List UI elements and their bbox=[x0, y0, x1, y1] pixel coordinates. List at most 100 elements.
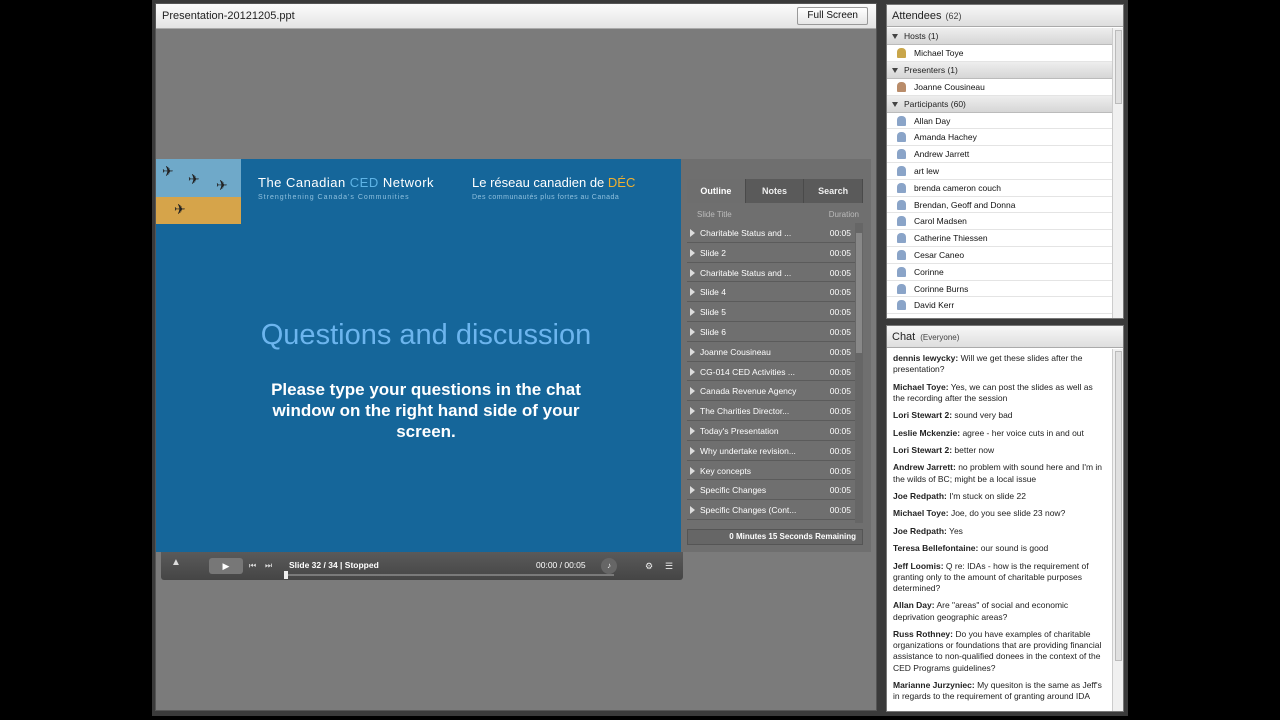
chat-message: Marianne Jurzyniec: My quesiton is the s… bbox=[893, 680, 1103, 702]
outline-row[interactable]: Charitable Status and ... 00:05 bbox=[687, 263, 855, 283]
chevron-right-icon[interactable] bbox=[690, 268, 695, 277]
outline-row-title: Slide 5 bbox=[700, 307, 726, 318]
chevron-right-icon[interactable] bbox=[690, 367, 695, 376]
group-presenters[interactable]: Presenters (1) bbox=[887, 61, 1113, 79]
chat-sender: Teresa Bellefontaine: bbox=[893, 543, 979, 554]
chat-sender: Joe Redpath: bbox=[893, 525, 947, 536]
attendee-item[interactable]: Catherine Thiessen bbox=[887, 230, 1113, 247]
play-button[interactable]: ▶ bbox=[209, 558, 243, 574]
tab-notes[interactable]: Notes bbox=[745, 179, 805, 203]
attendee-item[interactable]: Brendan, Geoff and Donna bbox=[887, 197, 1113, 214]
chat-text: our sound is good bbox=[978, 543, 1049, 554]
chevron-right-icon[interactable] bbox=[690, 308, 695, 317]
attendee-name: Andrew Jarrett bbox=[914, 149, 970, 160]
chevron-right-icon[interactable] bbox=[690, 347, 695, 356]
chat-title: Chat (Everyone) bbox=[892, 331, 960, 343]
outline-row-title: CG-014 CED Activities ... bbox=[700, 366, 795, 377]
attendee-item[interactable]: Andrew Jarrett bbox=[887, 146, 1113, 163]
next-slide-button[interactable]: ⏭ bbox=[265, 558, 279, 574]
outline-row-duration: 00:05 bbox=[829, 485, 851, 496]
attendee-item[interactable]: Joanne Cousineau bbox=[887, 79, 1113, 96]
chat-sender: dennis lewycky: bbox=[893, 353, 959, 363]
outline-row-duration: 00:05 bbox=[829, 386, 851, 397]
outline-row[interactable]: Slide 6 00:05 bbox=[687, 322, 855, 342]
group-hosts[interactable]: Hosts (1) bbox=[887, 28, 1113, 45]
chevron-right-icon[interactable] bbox=[690, 248, 695, 257]
outline-row-duration: 00:05 bbox=[829, 346, 851, 357]
chevron-right-icon[interactable] bbox=[690, 407, 695, 416]
sidebar-toggle-icon[interactable]: ☰ bbox=[661, 558, 677, 574]
tab-search[interactable]: Search bbox=[804, 179, 864, 203]
attendee-item[interactable]: David Kerr bbox=[887, 297, 1113, 315]
outline-row[interactable]: CG-014 CED Activities ... 00:05 bbox=[687, 362, 855, 382]
chat-sender: Allan Day: bbox=[893, 600, 935, 611]
outline-row[interactable]: Charitable Status and ... 00:05 bbox=[687, 223, 855, 243]
chevron-right-icon[interactable] bbox=[690, 506, 695, 515]
attendee-item[interactable]: Corinne Burns bbox=[887, 281, 1113, 298]
full-screen-button[interactable]: Full Screen bbox=[797, 7, 868, 25]
chevron-right-icon[interactable] bbox=[690, 288, 695, 297]
outline-row[interactable]: Canada Revenue Agency 00:05 bbox=[687, 381, 855, 402]
tagline-en: Strengthening Canada's Communities bbox=[258, 194, 410, 201]
attendees-scrollbar[interactable] bbox=[1112, 28, 1123, 318]
seek-handle[interactable] bbox=[284, 571, 288, 579]
attachment-icon[interactable]: ⚙ bbox=[641, 558, 657, 574]
attendee-name: Corinne bbox=[914, 266, 944, 277]
tab-outline[interactable]: Outline bbox=[687, 179, 746, 203]
outline-row-duration: 00:05 bbox=[829, 326, 851, 337]
chevron-right-icon[interactable] bbox=[690, 446, 695, 455]
outline-row-duration: 00:05 bbox=[829, 366, 851, 377]
attendee-item[interactable]: Allan Day bbox=[887, 113, 1113, 130]
chevron-right-icon[interactable] bbox=[690, 486, 695, 495]
time-remaining: 0 Minutes 15 Seconds Remaining bbox=[687, 529, 863, 545]
slide-canvas: ✈ ✈ ✈ ✈ The Canadian CED Network Le rése… bbox=[156, 159, 681, 552]
chevron-right-icon[interactable] bbox=[690, 327, 695, 336]
presentation-titlebar: Presentation-20121205.ppt Full Screen bbox=[156, 4, 876, 29]
attendee-item[interactable]: Carol Madsen bbox=[887, 213, 1113, 231]
outline-row[interactable]: Specific Changes (Cont... 00:05 bbox=[687, 500, 855, 520]
chat-text: better now bbox=[952, 444, 995, 455]
chevron-right-icon[interactable] bbox=[690, 426, 695, 435]
chat-scope: (Everyone) bbox=[920, 333, 960, 342]
group-participants[interactable]: Participants (60) bbox=[887, 95, 1113, 113]
chat-message: Jeff Loomis: Q re: IDAs - how is the req… bbox=[893, 561, 1103, 595]
participant-user-icon bbox=[897, 132, 906, 143]
outline-row-duration: 00:05 bbox=[829, 445, 851, 456]
participant-user-icon bbox=[897, 182, 906, 193]
attendee-item[interactable]: Cesar Caneo bbox=[887, 247, 1113, 264]
attendee-item[interactable]: Corinne bbox=[887, 264, 1113, 281]
slide-header: ✈ ✈ ✈ ✈ The Canadian CED Network Le rése… bbox=[156, 159, 681, 224]
attendee-item[interactable]: brenda cameron couch bbox=[887, 180, 1113, 197]
goose-icon: ✈ bbox=[162, 163, 174, 179]
outline-row[interactable]: Slide 5 00:05 bbox=[687, 302, 855, 322]
chat-text: I'm stuck on slide 22 bbox=[946, 490, 1026, 501]
previous-slide-button[interactable]: ⏮ bbox=[249, 558, 263, 574]
outline-row[interactable]: Key concepts 00:05 bbox=[687, 461, 855, 481]
outline-row[interactable]: The Charities Director... 00:05 bbox=[687, 401, 855, 421]
attendee-item[interactable]: art lew bbox=[887, 163, 1113, 180]
attendee-item[interactable]: Amanda Hachey bbox=[887, 129, 1113, 147]
outline-scrollbar[interactable] bbox=[855, 223, 863, 523]
chat-message: Lori Stewart 2: sound very bad bbox=[893, 410, 1103, 421]
outline-row[interactable]: Slide 4 00:05 bbox=[687, 282, 855, 303]
column-slide-title: Slide Title bbox=[697, 210, 732, 219]
outline-header: Slide Title Duration bbox=[687, 207, 863, 223]
seek-track[interactable] bbox=[284, 574, 614, 576]
chevron-right-icon[interactable] bbox=[690, 466, 695, 475]
attendee-item[interactable]: Michael Toye bbox=[887, 45, 1113, 62]
attendees-count: (62) bbox=[945, 11, 962, 21]
chevron-right-icon[interactable] bbox=[690, 387, 695, 396]
outline-row-title: Slide 6 bbox=[700, 326, 726, 337]
outline-row[interactable]: Why undertake revision... 00:05 bbox=[687, 441, 855, 461]
adobe-logo-icon: ▲ bbox=[171, 557, 181, 568]
chevron-right-icon[interactable] bbox=[690, 229, 695, 237]
outline-row-duration: 00:05 bbox=[829, 406, 851, 417]
outline-row[interactable]: Joanne Cousineau 00:05 bbox=[687, 342, 855, 362]
outline-row[interactable]: Specific Changes 00:05 bbox=[687, 480, 855, 501]
outline-row[interactable]: Slide 2 00:05 bbox=[687, 243, 855, 263]
chat-scrollbar[interactable] bbox=[1112, 349, 1123, 711]
volume-icon[interactable]: ♪ bbox=[601, 558, 617, 574]
outline-row-duration: 00:05 bbox=[829, 267, 851, 278]
presentation-pod: Presentation-20121205.ppt Full Screen ✈ … bbox=[155, 3, 877, 711]
outline-row[interactable]: Today's Presentation 00:05 bbox=[687, 421, 855, 441]
